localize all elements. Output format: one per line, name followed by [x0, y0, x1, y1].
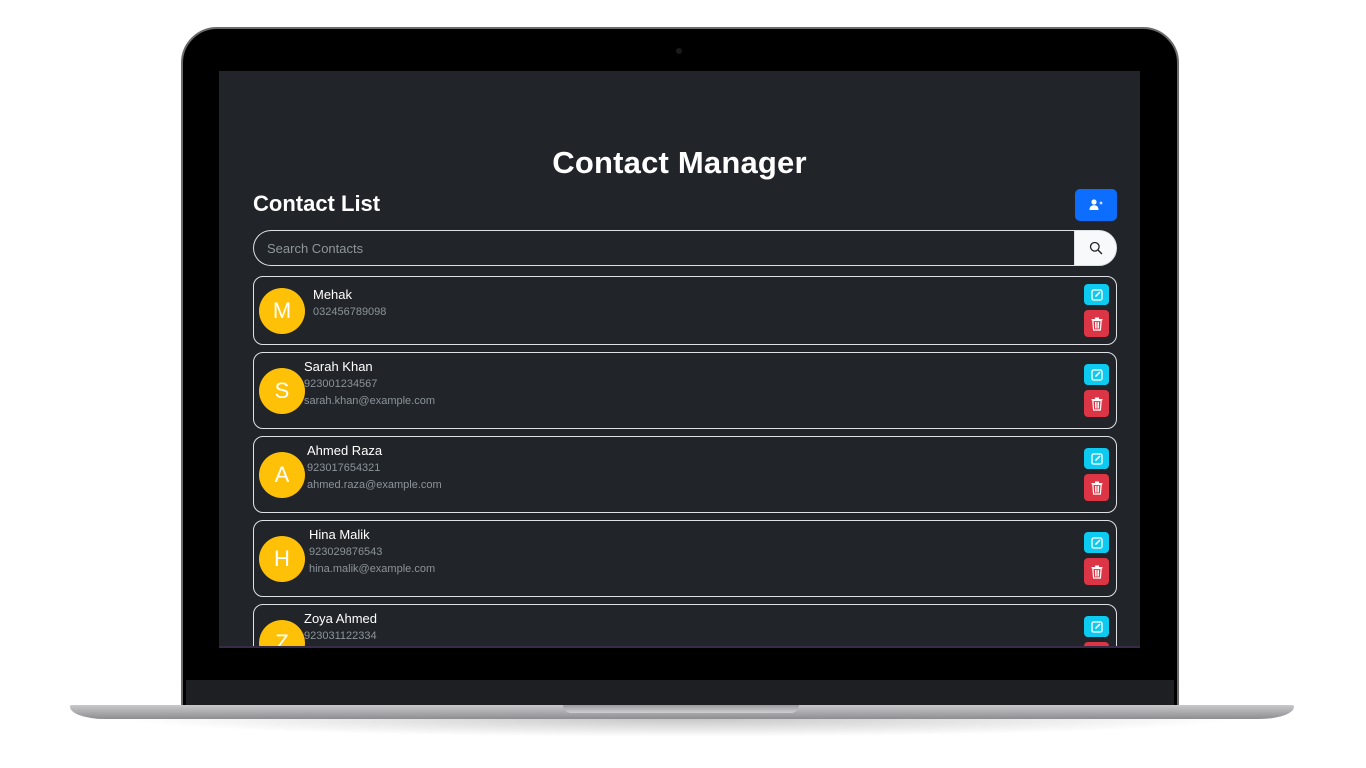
contact-phone: 923029876543: [309, 546, 383, 558]
laptop-lid-bottom: [186, 680, 1174, 708]
contact-card: M Mehak 032456789098: [253, 276, 1117, 345]
contact-name: Zoya Ahmed: [304, 611, 377, 626]
laptop-shadow: [120, 719, 1240, 737]
contact-name: Hina Malik: [309, 527, 370, 542]
contact-info: Sarah Khan 923001234567 sarah.khan@examp…: [304, 358, 435, 410]
trash-icon: [1091, 317, 1102, 331]
laptop-notch: [563, 705, 799, 713]
edit-button[interactable]: [1084, 364, 1109, 385]
add-contact-button[interactable]: [1075, 189, 1117, 221]
search-bar: [253, 230, 1117, 266]
contact-phone: 923001234567: [304, 378, 378, 390]
delete-button[interactable]: [1084, 474, 1109, 501]
contact-info: Mehak 032456789098: [313, 286, 386, 321]
edit-icon: [1090, 452, 1103, 465]
trash-icon: [1091, 481, 1102, 495]
contact-list-heading: Contact List: [253, 191, 381, 216]
contact-card: A Ahmed Raza 923017654321 ahmed.raza@exa…: [253, 436, 1117, 513]
edit-icon: [1090, 368, 1103, 381]
app-screen: Contact Manager Contact List M Mehak 032…: [219, 71, 1140, 648]
trash-icon: [1091, 565, 1102, 579]
avatar: H: [259, 536, 305, 582]
contact-email: hina.malik@example.com: [309, 563, 436, 575]
delete-button[interactable]: [1084, 390, 1109, 417]
contact-phone: 032456789098: [313, 306, 387, 318]
screen-bottom-strip: [219, 646, 1140, 648]
edit-icon: [1090, 620, 1103, 633]
contact-name: Sarah Khan: [304, 359, 373, 374]
edit-button[interactable]: [1084, 616, 1109, 637]
avatar: Z: [259, 620, 305, 648]
contact-card: Z Zoya Ahmed 923031122334: [253, 604, 1117, 648]
edit-button[interactable]: [1084, 284, 1109, 305]
contact-info: Hina Malik 923029876543 hina.malik@examp…: [309, 526, 435, 578]
edit-button[interactable]: [1084, 532, 1109, 553]
contact-name: Mehak: [313, 287, 353, 302]
edit-icon: [1090, 536, 1103, 549]
contact-info: Zoya Ahmed 923031122334: [304, 610, 377, 645]
search-button[interactable]: [1074, 230, 1117, 266]
avatar: M: [259, 288, 305, 334]
contact-name: Ahmed Raza: [307, 443, 383, 458]
edit-icon: [1090, 288, 1103, 301]
camera-icon: [676, 48, 682, 54]
edit-button[interactable]: [1084, 448, 1109, 469]
contact-list: M Mehak 032456789098 S Sarah Khan 923001…: [253, 276, 1117, 648]
contact-card: H Hina Malik 923029876543 hina.malik@exa…: [253, 520, 1117, 597]
contact-email: sarah.khan@example.com: [304, 395, 436, 407]
trash-icon: [1091, 397, 1102, 411]
delete-button[interactable]: [1084, 558, 1109, 585]
contact-card: S Sarah Khan 923001234567 sarah.khan@exa…: [253, 352, 1117, 429]
contact-info: Ahmed Raza 923017654321 ahmed.raza@examp…: [307, 442, 442, 494]
page-title: Contact Manager: [552, 145, 807, 180]
search-input[interactable]: [253, 230, 1074, 266]
delete-button[interactable]: [1084, 310, 1109, 337]
contact-email: ahmed.raza@example.com: [307, 479, 442, 491]
search-icon: [1089, 241, 1102, 255]
contact-phone: 923017654321: [307, 462, 381, 474]
contact-phone: 923031122334: [304, 630, 377, 642]
add-user-icon: [1089, 199, 1103, 210]
avatar: A: [259, 452, 305, 498]
avatar: S: [259, 368, 305, 414]
